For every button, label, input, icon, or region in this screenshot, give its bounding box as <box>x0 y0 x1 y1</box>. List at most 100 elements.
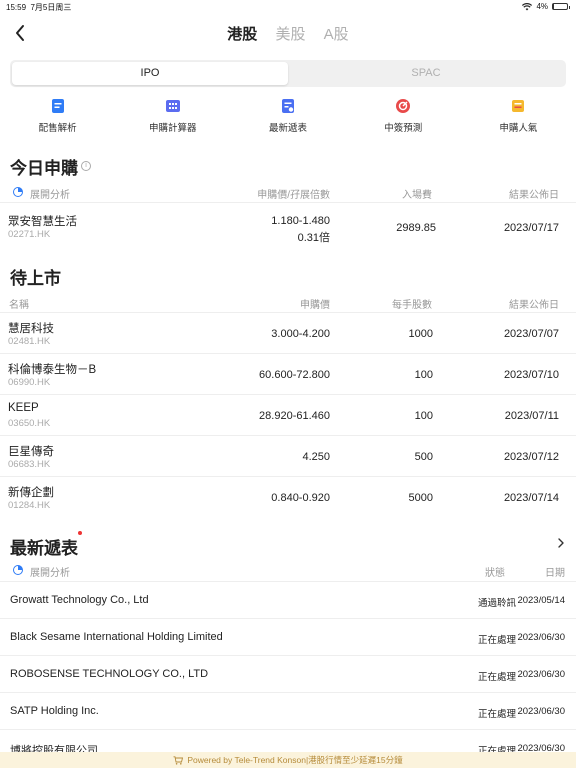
battery-icon <box>552 3 570 10</box>
tab-a-shares[interactable]: A股 <box>324 23 349 44</box>
stock-code: 06683.HK <box>8 459 51 470</box>
stock-name: 科倫博泰生物－B <box>8 364 97 376</box>
tool-label: 申購計算器 <box>149 123 197 134</box>
company-name: Black Sesame International Holding Limit… <box>10 631 223 643</box>
tab-hk-stocks[interactable]: 港股 <box>227 23 257 44</box>
filings-table-header: 展開分析 狀態 日期 <box>0 560 576 580</box>
filing-status: 通過聆訊 <box>477 598 516 609</box>
filing-status: 正在處理 <box>477 635 516 646</box>
table-row[interactable]: 科倫博泰生物－B 06990.HK 60.600-72.800 100 2023… <box>0 353 576 394</box>
subscription-price: 28.920-61.460 <box>259 410 330 422</box>
tool-allotment-analysis[interactable]: 配售解析 <box>0 98 115 138</box>
result-date: 2023/07/11 <box>504 410 559 422</box>
lot-size: 100 <box>414 410 433 422</box>
pie-chart-icon <box>13 187 23 197</box>
tool-label: 中簽預測 <box>384 123 423 134</box>
filing-date: 2023/06/30 <box>517 632 565 643</box>
table-row[interactable]: 巨星傳奇 06683.HK 4.250 500 2023/07/12 <box>0 435 576 476</box>
table-row[interactable]: 眾安智慧生活 02271.HK 1.180-1.480 0.31倍 2989.8… <box>0 202 576 250</box>
wifi-icon <box>522 2 533 10</box>
tool-subscription-popularity[interactable]: 申購人氣 <box>461 98 576 138</box>
filing-status: 正在處理 <box>477 672 516 683</box>
stock-code: 02271.HK <box>8 229 51 240</box>
tab-us-stocks[interactable]: 美股 <box>275 23 305 44</box>
column-entry-fee: 入場費 <box>402 190 432 201</box>
today-table-header: 展開分析 申購價/孖展倍數 入場費 結果公佈日 <box>0 182 576 202</box>
new-indicator-dot <box>78 531 82 535</box>
list-item[interactable]: ROBOSENSE TECHNOLOGY CO., LTD 正在處理 2023/… <box>0 655 576 692</box>
upcoming-table-header: 名稱 申購價 每手股數 結果公佈日 <box>0 292 576 312</box>
expand-analysis-link[interactable]: 展開分析 <box>30 186 70 201</box>
entry-fee: 2989.85 <box>396 222 436 234</box>
list-item[interactable]: Black Sesame International Holding Limit… <box>0 618 576 655</box>
stock-code: 02481.HK <box>8 336 51 347</box>
stock-name: 巨星傳奇 <box>8 446 54 458</box>
tool-latest-filings[interactable]: 最新遞表 <box>230 98 345 138</box>
result-date: 2023/07/17 <box>503 222 559 234</box>
result-date: 2023/07/12 <box>503 451 559 463</box>
lot-size: 5000 <box>408 492 433 504</box>
upcoming-listings-title: 待上市 <box>10 269 61 288</box>
ipo-spac-segmented-control: IPO SPAC <box>10 60 566 87</box>
subscription-price: 60.600-72.800 <box>259 369 330 381</box>
subscription-price: 3.000-4.200 <box>271 328 330 340</box>
subscription-price: 4.250 <box>302 451 330 463</box>
latest-filings-icon <box>282 99 294 113</box>
tool-label: 申購人氣 <box>499 123 538 134</box>
allotment-analysis-icon <box>51 99 64 113</box>
lot-size: 500 <box>414 451 433 463</box>
pie-chart-icon <box>13 565 23 575</box>
filing-status: 正在處理 <box>477 709 516 720</box>
data-source-footer: Powered by Tele-Trend Konson|港股行情至少延遲15分… <box>0 752 576 768</box>
filing-date: 2023/06/30 <box>517 669 565 680</box>
lot-size: 100 <box>414 369 433 381</box>
latest-filings-title[interactable]: 最新遞表 <box>10 534 78 559</box>
result-date: 2023/07/07 <box>503 328 559 340</box>
tool-shortcuts: 配售解析 申購計算器 最新遞表 中簽預測 申購人氣 <box>0 98 576 138</box>
chevron-right-icon[interactable] <box>556 537 566 549</box>
stock-code: 01284.HK <box>8 500 51 511</box>
nav-bar: 港股 美股 A股 <box>0 14 576 52</box>
tool-lottery-prediction[interactable]: 中簽預測 <box>346 98 461 138</box>
segment-ipo[interactable]: IPO <box>12 62 288 85</box>
tool-label: 配售解析 <box>38 123 77 134</box>
column-status: 狀態 <box>485 568 505 579</box>
list-item[interactable]: Growatt Technology Co., Ltd 通過聆訊 2023/05… <box>0 581 576 618</box>
subscription-price: 0.840-0.920 <box>271 492 330 504</box>
battery-percent: 4% <box>536 2 548 11</box>
info-icon[interactable]: i <box>81 161 91 171</box>
column-price: 申購價 <box>300 300 330 311</box>
footer-text: Powered by Tele-Trend Konson|港股行情至少延遲15分… <box>187 755 403 765</box>
table-row[interactable]: KEEP 03650.HK 28.920-61.460 100 2023/07/… <box>0 394 576 435</box>
tool-subscription-calculator[interactable]: 申購計算器 <box>115 98 230 138</box>
subscription-popularity-icon <box>512 100 525 112</box>
segment-spac[interactable]: SPAC <box>288 62 564 85</box>
subscription-price: 1.180-1.480 <box>271 215 330 227</box>
tool-label: 最新遞表 <box>269 123 308 134</box>
company-name: Growatt Technology Co., Ltd <box>10 594 149 606</box>
result-date: 2023/07/10 <box>503 369 559 381</box>
margin-multiple: 0.31倍 <box>297 232 330 244</box>
table-row[interactable]: 慧居科技 02481.HK 3.000-4.200 1000 2023/07/0… <box>0 312 576 353</box>
table-row[interactable]: 新傳企劃 01284.HK 0.840-0.920 5000 2023/07/1… <box>0 476 576 518</box>
filing-date: 2023/05/14 <box>517 595 565 606</box>
stock-name: 新傳企劃 <box>8 487 54 499</box>
column-result-date: 結果公佈日 <box>509 190 559 201</box>
column-result-date: 結果公佈日 <box>509 300 559 311</box>
stock-name: 眾安智慧生活 <box>8 216 77 228</box>
column-price-margin: 申購價/孖展倍數 <box>257 190 330 201</box>
result-date: 2023/07/14 <box>503 492 559 504</box>
list-item[interactable]: SATP Holding Inc. 正在處理 2023/06/30 <box>0 692 576 729</box>
cart-icon <box>173 756 184 765</box>
company-name: ROBOSENSE TECHNOLOGY CO., LTD <box>10 668 209 680</box>
subscription-calculator-icon <box>165 100 180 112</box>
status-bar: 15:59 7月5日周三 4% <box>0 0 576 14</box>
lottery-prediction-icon <box>396 99 411 113</box>
stock-name: 慧居科技 <box>8 323 54 335</box>
expand-analysis-link[interactable]: 展開分析 <box>30 564 70 579</box>
filing-date: 2023/06/30 <box>517 706 565 717</box>
column-date: 日期 <box>545 568 565 579</box>
market-tabs: 港股 美股 A股 <box>0 23 576 44</box>
company-name: SATP Holding Inc. <box>10 705 99 717</box>
stock-code: 06990.HK <box>8 377 51 388</box>
